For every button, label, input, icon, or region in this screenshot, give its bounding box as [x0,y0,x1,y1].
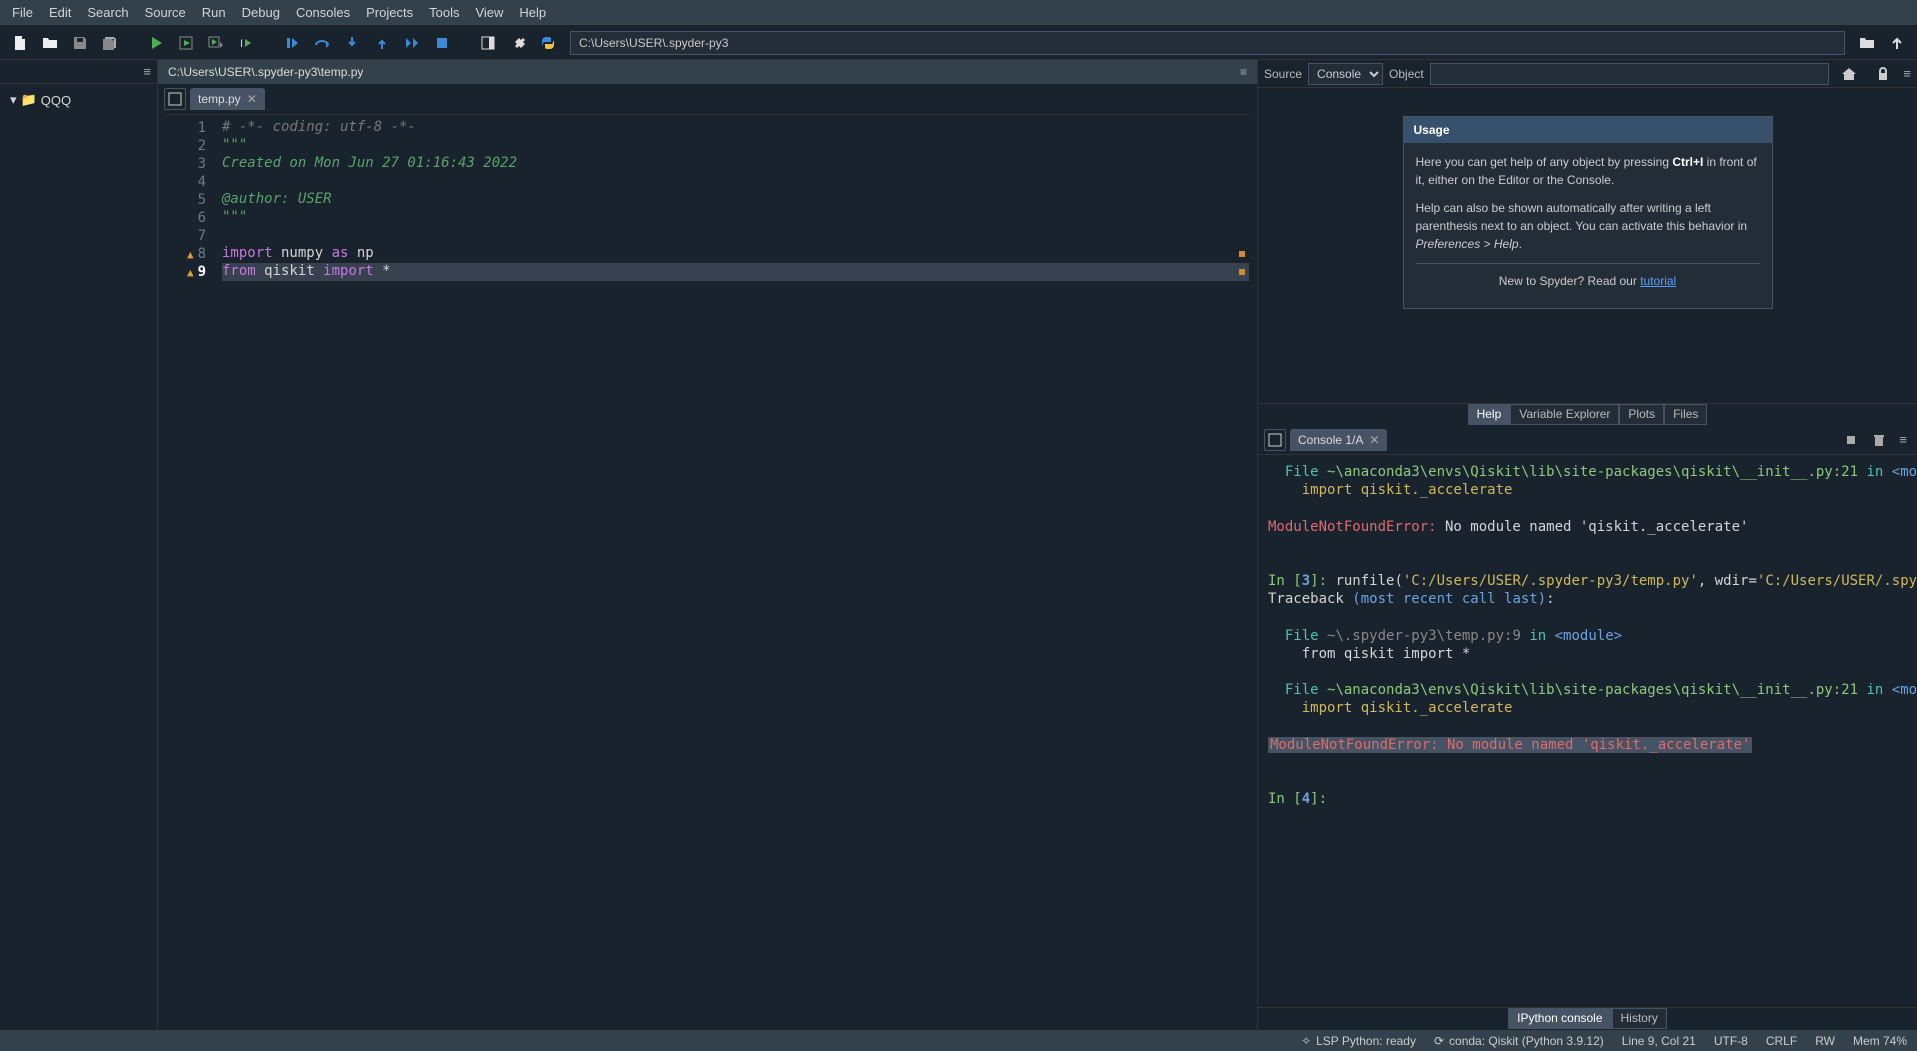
remove-console-icon[interactable] [1871,432,1887,448]
usage-title: Usage [1404,117,1772,143]
step-into-button[interactable] [338,29,366,57]
status-lsp[interactable]: ✧LSP Python: ready [1301,1034,1416,1048]
editor-tab-label: temp.py [198,92,241,106]
console-pane: Console 1/A ✕ ≡ File ~\anaconda3\envs\Qi… [1258,425,1917,1029]
sidebar-options-icon[interactable]: ≡ [143,64,151,79]
step-over-button[interactable] [308,29,336,57]
project-folder-label: QQQ [41,93,71,108]
console-tab-label: Console 1/A [1298,433,1363,447]
lock-icon[interactable] [1869,60,1897,88]
run-cell-button[interactable] [172,29,200,57]
preferences-button[interactable] [504,29,532,57]
console-tab[interactable]: Console 1/A ✕ [1290,429,1387,451]
tutorial-link[interactable]: tutorial [1640,274,1676,288]
status-cursor-pos: Line 9, Col 21 [1622,1034,1696,1048]
run-cell-advance-button[interactable] [202,29,230,57]
main-toolbar: I [0,26,1917,60]
warning-icon: ▲ [187,248,194,261]
project-explorer: ≡ ▾ 📁 QQQ [0,60,158,1029]
maximize-pane-button[interactable] [474,29,502,57]
status-encoding: UTF-8 [1714,1034,1748,1048]
status-bar: ✧LSP Python: ready ⟳conda: Qiskit (Pytho… [0,1029,1917,1051]
close-tab-icon[interactable]: ✕ [247,92,257,106]
console-output[interactable]: File ~\anaconda3\envs\Qiskit\lib\site-pa… [1258,455,1917,1007]
home-icon[interactable] [1835,60,1863,88]
menu-tools[interactable]: Tools [421,1,467,24]
collapse-icon: ▾ [10,92,17,108]
console-pane-tab-ipython-console[interactable]: IPython console [1508,1008,1611,1029]
save-button[interactable] [66,29,94,57]
menu-debug[interactable]: Debug [234,1,288,24]
editor-file-path: C:\Users\USER\.spyder-py3\temp.py [168,65,363,79]
help-object-label: Object [1389,67,1424,81]
help-options-icon[interactable]: ≡ [1903,66,1911,81]
warning-marker [1239,251,1245,257]
stop-debug-button[interactable] [428,29,456,57]
console-pane-tab-history[interactable]: History [1612,1008,1667,1029]
menu-search[interactable]: Search [79,1,136,24]
continue-button[interactable] [398,29,426,57]
status-rw: RW [1815,1034,1835,1048]
warning-icon: ▲ [187,266,194,279]
parent-dir-button[interactable] [1883,29,1911,57]
code-editor[interactable]: 1234567▲8▲9 # -*- coding: utf-8 -*-"""Cr… [166,114,1249,1021]
menu-view[interactable]: View [467,1,511,24]
python-path-button[interactable] [534,29,562,57]
status-eol: CRLF [1766,1034,1797,1048]
menu-file[interactable]: File [4,1,41,24]
status-mem: Mem 74% [1853,1034,1907,1048]
help-pane: Source Console Object ≡ Usage Here you c… [1258,60,1917,425]
interrupt-kernel-icon[interactable] [1843,432,1859,448]
pane-tab-plots[interactable]: Plots [1619,404,1664,425]
menu-help[interactable]: Help [511,1,554,24]
menu-projects[interactable]: Projects [358,1,421,24]
help-object-input[interactable] [1430,63,1830,85]
browse-tabs-button[interactable] [164,88,186,110]
run-selection-button[interactable]: I [232,29,260,57]
browse-console-tabs-button[interactable] [1264,429,1286,451]
new-file-button[interactable] [6,29,34,57]
kite-icon: ✧ [1301,1034,1311,1048]
run-button[interactable] [142,29,170,57]
usage-card: Usage Here you can get help of any objec… [1403,116,1773,309]
browse-workdir-button[interactable] [1853,29,1881,57]
menu-edit[interactable]: Edit [41,1,79,24]
pane-tab-variable-explorer[interactable]: Variable Explorer [1510,404,1619,425]
open-file-button[interactable] [36,29,64,57]
project-folder[interactable]: ▾ 📁 QQQ [6,90,151,110]
console-options-icon[interactable]: ≡ [1899,432,1907,447]
close-console-tab-icon[interactable]: ✕ [1369,433,1379,447]
menu-bar: FileEditSearchSourceRunDebugConsolesProj… [0,0,1917,26]
help-source-label: Source [1264,67,1302,81]
editor-pane: C:\Users\USER\.spyder-py3\temp.py ≡ temp… [158,60,1257,1029]
svg-text:I: I [240,38,243,50]
folder-icon: 📁 [21,92,37,108]
editor-options-icon[interactable]: ≡ [1240,65,1247,79]
step-out-button[interactable] [368,29,396,57]
help-source-select[interactable]: Console [1308,63,1383,85]
working-directory-input[interactable] [570,31,1845,55]
menu-run[interactable]: Run [194,1,234,24]
status-conda[interactable]: ⟳conda: Qiskit (Python 3.9.12) [1434,1034,1604,1048]
editor-tab[interactable]: temp.py ✕ [190,88,265,110]
pane-tab-files[interactable]: Files [1664,404,1707,425]
warning-marker [1239,269,1245,275]
reload-icon: ⟳ [1434,1034,1444,1048]
menu-source[interactable]: Source [137,1,194,24]
menu-consoles[interactable]: Consoles [288,1,358,24]
save-all-button[interactable] [96,29,124,57]
pane-tab-help[interactable]: Help [1468,404,1511,425]
debug-button[interactable] [278,29,306,57]
